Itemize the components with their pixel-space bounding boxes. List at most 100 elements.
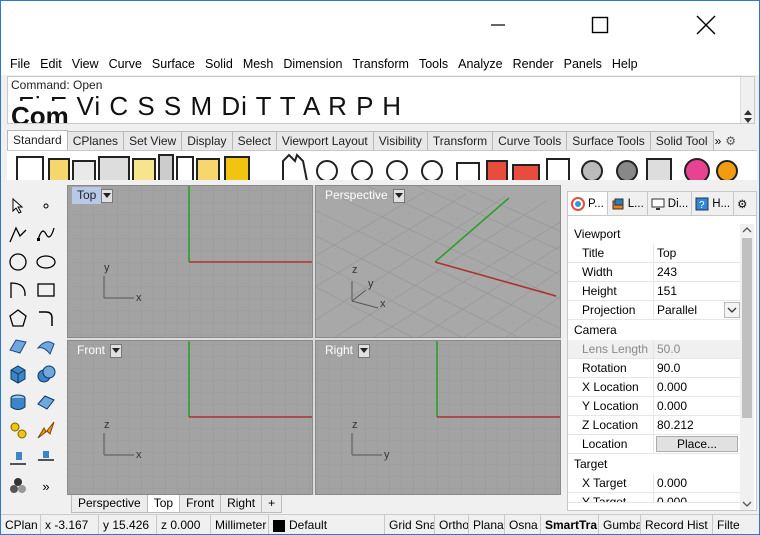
command-area[interactable]: Command: Open Fi E Vi C S S M Di T T A R… [7,76,755,124]
tab-select[interactable]: Select [231,131,277,150]
more-tabs-button[interactable]: » [715,132,722,150]
menu-view[interactable]: View [67,53,104,75]
close-button[interactable] [683,7,729,43]
polyline-tool[interactable] [5,221,31,247]
arc-tool[interactable] [5,277,31,303]
tab-curve-tools[interactable]: Curve Tools [492,131,568,150]
viewport-perspective-title[interactable]: Perspective [320,187,393,204]
tab-solid-tools[interactable]: Solid Tool [649,131,714,150]
viewport-front-title[interactable]: Front [72,342,110,359]
menu-solid[interactable]: Solid [200,53,238,75]
curve-tool[interactable] [33,221,59,247]
viewport-perspective[interactable]: z y x Perspective [315,185,561,338]
viewport-perspective-label[interactable]: Perspective [320,187,405,204]
toolbar-gear-icon[interactable]: ⚙ [725,132,736,150]
projection-dropdown-button[interactable] [724,302,740,318]
add-viewport-tab-button[interactable]: + [261,495,283,513]
mesh-plane-tool[interactable] [33,389,59,415]
status-layer[interactable]: Default [269,515,385,534]
viewport-top[interactable]: y x Top [67,185,313,338]
menu-surface[interactable]: Surface [147,53,200,75]
viewport-tab-top[interactable]: Top [146,495,181,513]
menu-mesh[interactable]: Mesh [238,53,279,75]
status-cplane[interactable]: CPlan [1,515,41,534]
menu-render[interactable]: Render [508,53,559,75]
explode-tool[interactable] [33,417,59,443]
viewport-front-menu[interactable] [110,343,123,358]
panel-tab-help[interactable]: ? H... [692,192,735,215]
viewport-front-label[interactable]: Front [72,342,123,359]
viewport-front[interactable]: z x Front [67,340,313,495]
viewport-right[interactable]: z y Right [315,340,561,495]
status-grid-snap[interactable]: Grid Sna [385,515,435,534]
menu-curve[interactable]: Curve [104,53,147,75]
viewport-tab-perspective[interactable]: Perspective [71,495,148,513]
select-tool[interactable] [5,193,31,219]
align-tool[interactable] [33,445,59,471]
status-gumball[interactable]: Gumba [599,515,641,534]
command-scrollbar[interactable] [740,77,754,123]
point-tool[interactable] [33,193,59,219]
tab-standard[interactable]: Standard [7,130,68,150]
prop-zloc-field[interactable]: 80.212 [653,416,740,434]
viewport-top-label[interactable]: Top [72,187,114,204]
extrude-surface-tool[interactable] [33,333,59,359]
viewport-top-title[interactable]: Top [72,187,102,204]
circle-tool[interactable] [5,249,31,275]
panel-tab-display[interactable]: Di... [648,192,693,215]
menu-file[interactable]: File [5,53,35,75]
prop-height-field[interactable]: 151 [653,282,740,300]
ellipse-tool[interactable] [33,249,59,275]
dimension-tool[interactable] [5,445,31,471]
command-prompt[interactable]: Com [11,101,73,123]
tab-viewport-layout[interactable]: Viewport Layout [275,131,374,150]
menu-help[interactable]: Help [607,53,643,75]
tab-display[interactable]: Display [181,131,233,150]
more-tools-icon[interactable]: » [33,473,59,499]
tab-set-view[interactable]: Set View [123,131,183,150]
status-units[interactable]: Millimeter [211,515,269,534]
menu-tools[interactable]: Tools [414,53,453,75]
transform-tool[interactable] [5,417,31,443]
viewport-right-label[interactable]: Right [320,342,371,359]
status-osnap[interactable]: Osna [505,515,541,534]
viewport-right-menu[interactable] [358,343,371,358]
viewport-tab-front[interactable]: Front [179,495,222,513]
prop-xloc-field[interactable]: 0.000 [653,378,740,396]
viewport-tab-right[interactable]: Right [220,495,263,513]
viewport-right-title[interactable]: Right [320,342,358,359]
properties-scrollbar[interactable] [740,224,754,510]
status-planar[interactable]: Plana [469,515,505,534]
prop-ytarget-field[interactable]: 0.000 [653,493,740,502]
menu-edit[interactable]: Edit [35,53,67,75]
prop-rotation-field[interactable]: 90.0 [653,359,740,377]
rectangle-tool[interactable] [33,277,59,303]
viewport-top-menu[interactable] [101,188,114,203]
tab-cplanes[interactable]: CPlanes [66,131,125,150]
status-ortho[interactable]: Ortho [435,515,469,534]
menu-analyze[interactable]: Analyze [453,53,507,75]
display-mode-tool[interactable] [5,473,31,499]
tab-surface-tools[interactable]: Surface Tools [566,131,651,150]
prop-xtarget-field[interactable]: 0.000 [653,474,740,492]
minimize-button[interactable] [475,7,521,43]
polygon-tool[interactable] [5,305,31,331]
menu-panels[interactable]: Panels [559,53,607,75]
panel-gear-icon[interactable]: ⚙ [734,192,750,215]
prop-yloc-field[interactable]: 0.000 [653,397,740,415]
maximize-button[interactable] [577,7,623,43]
properties-scroll-thumb[interactable] [742,238,752,418]
surface-tool[interactable] [5,333,31,359]
menu-dimension[interactable]: Dimension [278,53,347,75]
menu-transform[interactable]: Transform [347,53,414,75]
mesh-tool[interactable] [5,389,31,415]
prop-title-field[interactable]: Top [653,244,740,262]
viewport-perspective-menu[interactable] [392,188,405,203]
panel-tab-layers[interactable]: L... [608,192,648,215]
place-button[interactable]: Place... [656,436,738,452]
prop-width-field[interactable]: 243 [653,263,740,281]
fillet-curve-tool[interactable] [33,305,59,331]
prop-projection-select[interactable]: Parallel [653,301,740,319]
status-record-history[interactable]: Record Hist [641,515,713,534]
tab-transform[interactable]: Transform [426,131,494,150]
